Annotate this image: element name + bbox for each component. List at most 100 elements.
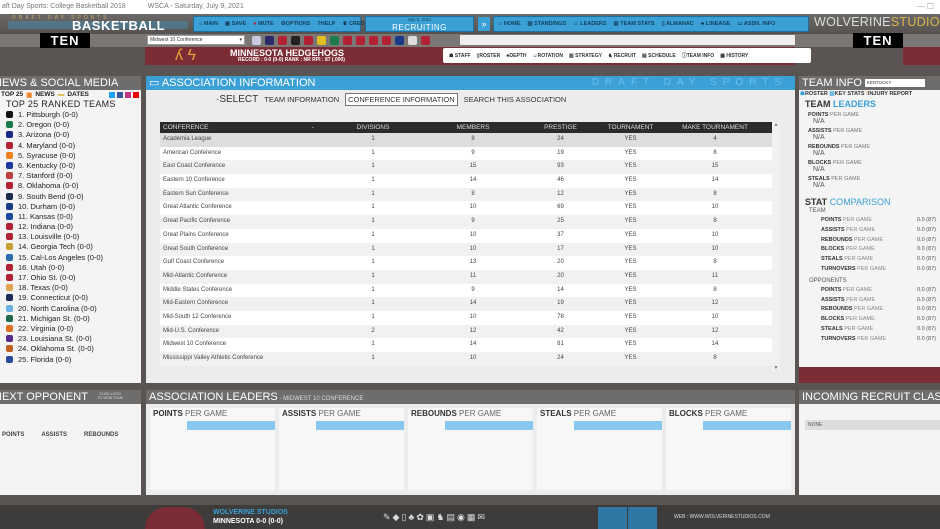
youtube-icon[interactable] (133, 91, 139, 98)
table-scrollbar[interactable]: ▲ ▼ (772, 122, 780, 371)
footer-icon[interactable]: ▣ (426, 512, 435, 523)
top25-item[interactable]: 4. Maryland (0-0) (0, 141, 141, 151)
team-nav-recruit[interactable]: ♞ RECRUIT (608, 53, 636, 59)
leader-name-bar[interactable] (316, 421, 404, 430)
top25-item[interactable]: 9. South Bend (0-0) (0, 192, 141, 202)
top25-item[interactable]: 6. Kentucky (0-0) (0, 161, 141, 171)
top25-item[interactable]: 16. Utah (0-0) (0, 263, 141, 273)
tab-dates[interactable]: DATES (67, 91, 89, 98)
team-logo-icon[interactable] (317, 36, 326, 45)
team-nav-schedule[interactable]: ▤ SCHEDULE (642, 53, 676, 59)
nav-almanac[interactable]: ▯ ALMANAC (662, 21, 694, 27)
team-logo-icon[interactable] (265, 36, 274, 45)
nav-standings[interactable]: ▥ STANDINGS (527, 21, 566, 27)
tab-key-stats[interactable]: KEY STATS (835, 91, 865, 97)
footer-icon[interactable]: ▤ (446, 512, 455, 523)
table-row[interactable]: Great South Conference 1 10 17 YES 10 (160, 242, 772, 257)
col-members[interactable]: MEMBERS (428, 122, 518, 133)
team-nav-history[interactable]: ▦ HISTORY (720, 53, 748, 59)
table-row[interactable]: Academia League 1 8 24 YES 4 (160, 133, 772, 147)
team-logo-icon[interactable] (382, 36, 391, 45)
table-row[interactable]: Eastern 10 Conference 1 14 46 YES 14 (160, 174, 772, 188)
team-nav-strategy[interactable]: ▥ STRATEGY (569, 53, 602, 59)
table-row[interactable]: Midwest 10 Conference 1 14 81 YES 14 (160, 338, 772, 352)
nav-assn-info[interactable]: ▭ ASSN. INFO (737, 21, 775, 27)
team-nav-rotation[interactable]: ☺ROTATION (532, 53, 562, 59)
top25-item[interactable]: 17. Ohio St. (0-0) (0, 273, 141, 283)
col-divisions[interactable]: DIVISIONS (318, 122, 428, 133)
top25-item[interactable]: 2. Oregon (0-0) (0, 120, 141, 130)
option-team-information[interactable]: TEAM INFORMATION (264, 95, 339, 104)
table-row[interactable]: Mississippi Valley Athletic Conference 1 1… (160, 352, 772, 366)
top25-item[interactable]: 5. Syracuse (0-0) (0, 151, 141, 161)
team-logo-icon[interactable] (278, 36, 287, 45)
table-row[interactable]: Great Plains Conference 1 10 37 YES 10 (160, 228, 772, 243)
team-nav-staff[interactable]: ☗ STAFF (449, 53, 471, 59)
top25-item[interactable]: 25. Florida (0-0) (0, 355, 141, 365)
top25-item[interactable]: 12. Indiana (0-0) (0, 222, 141, 232)
top25-item[interactable]: 7. Stanford (0-0) (0, 171, 141, 181)
top25-item[interactable]: 22. Virginia (0-0) (0, 324, 141, 334)
top25-item[interactable]: 21. Michigan St. (0-0) (0, 314, 141, 324)
advance-day-icon[interactable]: » (478, 17, 490, 31)
col-prestige[interactable]: PRESTIGE (518, 122, 603, 133)
instagram-icon[interactable] (125, 91, 131, 98)
menu-options[interactable]: ⚙OPTIONS (281, 21, 311, 27)
team-logo-icon[interactable] (330, 36, 339, 45)
top25-item[interactable]: 23. Louisiana St. (0-0) (0, 334, 141, 344)
table-row[interactable]: East Coast Conference 1 15 93 YES 15 (160, 160, 772, 175)
footer-icon[interactable]: ✿ (416, 512, 424, 523)
footer-button-1[interactable] (598, 507, 627, 529)
window-controls[interactable]: — ☐ (917, 0, 934, 14)
table-row[interactable]: American Conference 1 9 19 YES 8 (160, 146, 772, 161)
leader-name-bar[interactable] (574, 421, 662, 430)
col-conference[interactable]: CONFERENCE - (160, 122, 318, 133)
top25-item[interactable]: 13. Louisville (0-0) (0, 232, 141, 242)
top25-item[interactable]: 3. Arizona (0-0) (0, 130, 141, 140)
footer-icon[interactable]: ✉ (477, 512, 485, 523)
twitter-icon[interactable] (109, 91, 115, 98)
tab-injury-report[interactable]: INJURY REPORT (868, 91, 912, 97)
option-search-association[interactable]: SEARCH THIS ASSOCIATION (464, 95, 567, 104)
tab-news[interactable]: NEWS (35, 91, 55, 98)
recruiting-button[interactable]: July 9, 2021 RECRUITING (365, 16, 474, 32)
team-logo-icon[interactable] (408, 36, 417, 45)
menu-help[interactable]: ?HELP (317, 21, 335, 27)
team-nav-roster[interactable]: ▯ROSTER (477, 53, 501, 59)
top25-item[interactable]: 20. North Carolina (0-0) (0, 304, 141, 314)
tab-roster[interactable]: ROSTER (805, 91, 828, 97)
nav-leaders[interactable]: ☺ LEADERS (573, 21, 606, 27)
menu-main[interactable]: ⌂ MAIN (199, 21, 218, 27)
table-row[interactable]: Gulf Coast Conference 1 13 20 YES 8 (160, 256, 772, 270)
menu-save[interactable]: ▣ SAVE (225, 21, 246, 27)
table-row[interactable]: Mid-Atlantic Conference 1 11 20 YES 11 (160, 269, 772, 284)
team-logo-icon[interactable] (252, 36, 261, 45)
top25-item[interactable]: 19. Connecticut (0-0) (0, 293, 141, 303)
team-logo-icon[interactable] (343, 36, 352, 45)
leader-name-bar[interactable] (703, 421, 791, 430)
col-make-tournament[interactable]: MAKE TOURNAMENT (658, 122, 772, 133)
team-logo-icon[interactable] (395, 36, 404, 45)
footer-button-2[interactable] (628, 507, 657, 529)
facebook-icon[interactable] (117, 91, 123, 98)
table-row[interactable]: Mid-U.S. Conference 2 12 42 YES 12 (160, 324, 772, 339)
col-tournament[interactable]: TOURNAMENT (603, 122, 658, 133)
table-row[interactable]: Mid-South 12 Conference 1 10 78 YES 10 (160, 310, 772, 325)
table-row[interactable]: Eastern Sun Conference 1 8 12 YES 8 (160, 187, 772, 202)
leader-name-bar[interactable] (187, 421, 275, 430)
top25-item[interactable]: 15. Cal-Los Angeles (0-0) (0, 253, 141, 263)
conference-select[interactable]: Midwest 10 Conference ▾ (147, 35, 245, 45)
top25-item[interactable]: 11. Kansas (0-0) (0, 212, 141, 222)
team-logo-icon[interactable] (304, 36, 313, 45)
team-logo-icon[interactable] (356, 36, 365, 45)
team-nav-team-info[interactable]: ⓘTEAM INFO (682, 52, 715, 59)
team-logo-icon[interactable] (421, 36, 430, 45)
team-logo-icon[interactable] (369, 36, 378, 45)
table-row[interactable]: Great Pacific Conference 1 9 25 YES 8 (160, 215, 772, 229)
team-info-select[interactable]: KENTUCKY (864, 79, 925, 87)
top25-item[interactable]: 1. Pittsburgh (0-0) (0, 110, 141, 120)
footer-website[interactable]: WEB : WWW.WOLVERINESTUDIOS.COM (674, 514, 770, 520)
footer-icon[interactable]: ✎ (383, 512, 391, 523)
nav-home[interactable]: ⌂ HOME (499, 21, 520, 27)
footer-icon[interactable]: ◉ (457, 512, 465, 523)
